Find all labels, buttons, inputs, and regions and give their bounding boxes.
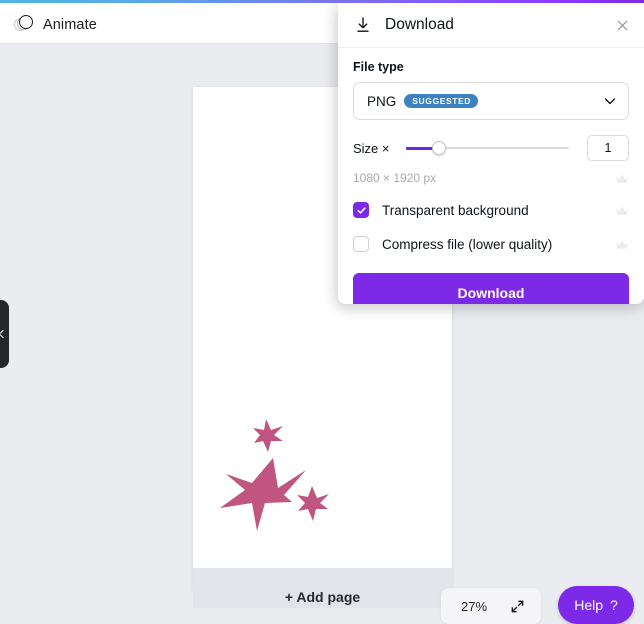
layered-circles-icon [14,15,34,35]
size-value-input[interactable] [587,135,629,161]
download-icon [353,15,373,35]
crown-icon [615,204,629,216]
close-icon[interactable] [610,13,634,37]
star-small-top [253,419,283,452]
animate-button[interactable]: Animate [8,9,107,41]
size-slider[interactable] [405,138,573,158]
download-panel-title: Download [385,16,454,33]
size-row: Size × [353,135,629,161]
option-transparent-background[interactable]: Transparent background [353,199,629,221]
suggested-badge: SUGGESTED [404,93,479,109]
zoom-control[interactable]: 27% [441,588,541,624]
download-panel-body: File type PNG SUGGESTED Size × 1080 × 19… [338,48,644,255]
download-panel-header: Download [338,3,644,48]
file-type-label: File type [353,60,404,74]
file-type-value: PNG [367,93,397,109]
animate-button-label: Animate [43,17,97,33]
star-large [220,458,306,531]
zoom-level-label: 27% [461,598,488,614]
download-button[interactable]: Download [353,273,629,304]
crown-icon [615,238,629,250]
chevron-left-icon [0,329,8,339]
download-panel: Download File type PNG SUGGESTED Size × [338,3,644,304]
help-button[interactable]: Help ? [558,586,634,624]
star-small-right [297,486,329,521]
star-artwork-group[interactable] [207,412,342,537]
size-label: Size × [353,140,390,156]
dimensions-row: 1080 × 1920 px [353,169,629,187]
add-page-button[interactable]: + Add page [193,568,452,608]
top-gradient-bar [0,0,644,3]
expand-arrows-icon[interactable] [510,599,525,614]
add-page-label: + Add page [284,589,361,605]
compress-file-checkbox[interactable] [353,236,369,252]
transparent-background-label: Transparent background [382,202,529,218]
file-type-select[interactable]: PNG SUGGESTED [353,82,629,120]
left-panel-collapse-handle[interactable] [0,300,9,368]
help-question-mark: ? [610,597,618,613]
chevron-down-icon [603,94,617,108]
option-compress-file[interactable]: Compress file (lower quality) [353,233,629,255]
dimensions-label: 1080 × 1920 px [353,171,437,185]
compress-file-label: Compress file (lower quality) [382,236,553,252]
help-button-label: Help [574,597,603,613]
transparent-background-checkbox[interactable] [353,202,369,218]
slider-thumb[interactable] [432,141,446,155]
crown-icon [615,172,629,184]
